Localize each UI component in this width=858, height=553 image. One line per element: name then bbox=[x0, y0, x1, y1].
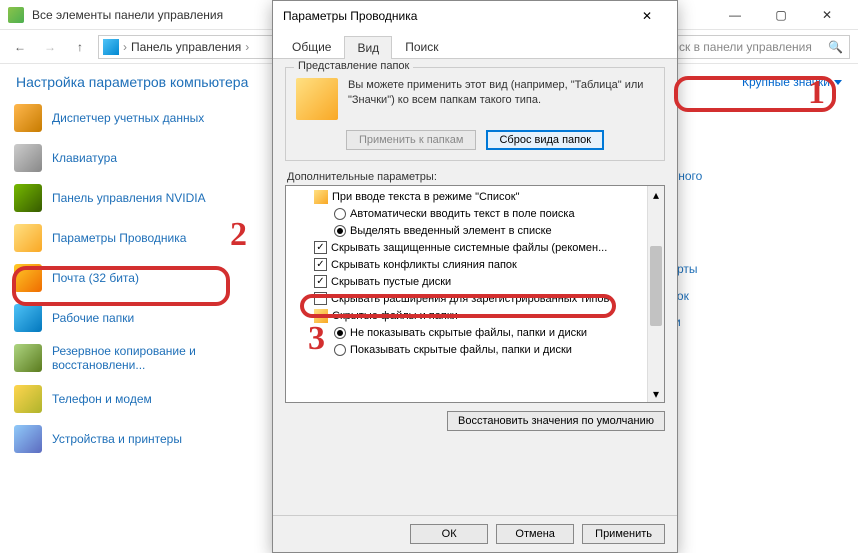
tree-row-label: Скрывать пустые диски bbox=[331, 276, 451, 288]
cp-item-icon bbox=[14, 144, 42, 172]
chevron-down-icon bbox=[834, 80, 842, 85]
tree-row-label: При вводе текста в режиме "Список" bbox=[332, 191, 519, 203]
checkbox[interactable] bbox=[314, 292, 327, 305]
breadcrumb-label: Панель управления bbox=[131, 40, 241, 54]
up-button[interactable]: ↑ bbox=[68, 35, 92, 59]
cp-item[interactable]: Почта (32 бита) bbox=[6, 258, 260, 298]
cp-item-icon bbox=[14, 385, 42, 413]
radio[interactable] bbox=[334, 327, 346, 339]
scroll-up-icon[interactable]: ▴ bbox=[648, 186, 664, 203]
tab-general[interactable]: Общие bbox=[279, 35, 344, 58]
folder-view-legend: Представление папок bbox=[294, 60, 413, 72]
cp-item-list-left: Диспетчер учетных данных Клавиатура Панель… bbox=[0, 94, 260, 463]
tree-row-label: Скрывать конфликты слияния папок bbox=[331, 259, 517, 271]
forward-button[interactable]: → bbox=[38, 35, 62, 59]
tree-row[interactable]: Скрытые файлы и папки bbox=[286, 307, 664, 324]
control-panel-icon bbox=[103, 39, 119, 55]
tree-row-label: Выделять введенный элемент в списке bbox=[350, 225, 552, 237]
tree-row[interactable]: Не показывать скрытые файлы, папки и дис… bbox=[286, 324, 664, 341]
cp-item[interactable]: Клавиатура bbox=[6, 138, 260, 178]
back-button[interactable]: ← bbox=[8, 35, 32, 59]
reset-folders-button[interactable]: Сброс вида папок bbox=[486, 130, 604, 150]
cp-item-label: Устройства и принтеры bbox=[52, 432, 182, 446]
tree-row-label: Показывать скрытые файлы, папки и диски bbox=[350, 344, 572, 356]
tab-search[interactable]: Поиск bbox=[392, 35, 451, 58]
advanced-label: Дополнительные параметры: bbox=[287, 171, 665, 183]
dialog-tabs: Общие Вид Поиск bbox=[273, 31, 677, 59]
cp-item[interactable]: Диспетчер учетных данных bbox=[6, 98, 260, 138]
search-icon: 🔍 bbox=[828, 40, 843, 54]
cp-item-label: Почта (32 бита) bbox=[52, 271, 139, 285]
apply-to-folders-button[interactable]: Применить к папкам bbox=[346, 130, 477, 150]
tree-row[interactable]: Автоматически вводить текст в поле поиск… bbox=[286, 205, 664, 222]
radio[interactable] bbox=[334, 344, 346, 356]
folder-view-text: Вы можете применить этот вид (например, … bbox=[348, 78, 654, 108]
search-placeholder: Поиск в панели управления bbox=[657, 40, 812, 54]
tree-row[interactable]: Показывать скрытые файлы, папки и диски bbox=[286, 341, 664, 358]
checkbox[interactable] bbox=[314, 241, 327, 254]
cp-item-icon bbox=[14, 264, 42, 292]
folder-view-group: Представление папок Вы можете применить … bbox=[285, 67, 665, 161]
dialog-close-button[interactable]: ✕ bbox=[627, 1, 667, 31]
tree-row[interactable]: Выделять введенный элемент в списке bbox=[286, 222, 664, 239]
restore-defaults-button[interactable]: Восстановить значения по умолчанию bbox=[447, 411, 665, 431]
cp-item-label: Параметры Проводника bbox=[52, 231, 186, 245]
cp-item[interactable]: Устройства и принтеры bbox=[6, 419, 260, 459]
cp-item-icon bbox=[14, 184, 42, 212]
viewby-value: Крупные значки bbox=[742, 75, 830, 89]
cp-item-label: Рабочие папки bbox=[52, 311, 134, 325]
dialog-title: Параметры Проводника bbox=[283, 9, 627, 23]
cp-item-label: Клавиатура bbox=[52, 151, 117, 165]
folder-icon bbox=[314, 190, 328, 204]
folder-icon bbox=[314, 309, 328, 323]
tree-row-label: Автоматически вводить текст в поле поиск… bbox=[350, 208, 575, 220]
tab-view[interactable]: Вид bbox=[344, 36, 392, 59]
ok-button[interactable]: ОК bbox=[410, 524, 488, 544]
cp-item-icon bbox=[14, 344, 42, 372]
tree-row-label: Скрытые файлы и папки bbox=[332, 310, 458, 322]
maximize-button[interactable]: ▢ bbox=[758, 0, 804, 30]
app-icon bbox=[8, 7, 24, 23]
radio[interactable] bbox=[334, 225, 346, 237]
cp-item[interactable]: Панель управления NVIDIA bbox=[6, 178, 260, 218]
explorer-options-dialog: Параметры Проводника ✕ Общие Вид Поиск П… bbox=[272, 0, 678, 553]
folder-view-icon bbox=[296, 78, 338, 120]
cp-item[interactable]: Рабочие папки bbox=[6, 298, 260, 338]
cp-item-label: Телефон и модем bbox=[52, 392, 152, 406]
tree-row-label: Скрывать расширения для зарегистрированн… bbox=[331, 293, 609, 305]
cancel-button[interactable]: Отмена bbox=[496, 524, 574, 544]
cp-item[interactable]: Резервное копирование и восстановлени... bbox=[6, 338, 260, 379]
advanced-tree: При вводе текста в режиме "Список" Автома… bbox=[285, 185, 665, 403]
cp-item-icon bbox=[14, 104, 42, 132]
minimize-button[interactable]: — bbox=[712, 0, 758, 30]
cp-item[interactable]: Параметры Проводника bbox=[6, 218, 260, 258]
tree-row-label: Не показывать скрытые файлы, папки и дис… bbox=[350, 327, 587, 339]
cp-item-label: Панель управления NVIDIA bbox=[52, 191, 206, 205]
cp-item-label: Диспетчер учетных данных bbox=[52, 111, 204, 125]
cp-item-icon bbox=[14, 304, 42, 332]
apply-button[interactable]: Применить bbox=[582, 524, 665, 544]
dialog-titlebar: Параметры Проводника ✕ bbox=[273, 1, 677, 31]
scroll-down-icon[interactable]: ▾ bbox=[648, 385, 664, 402]
radio[interactable] bbox=[334, 208, 346, 220]
cp-item-icon bbox=[14, 425, 42, 453]
viewby-dropdown[interactable]: Крупные значки bbox=[742, 75, 842, 89]
cp-item[interactable]: Телефон и модем bbox=[6, 379, 260, 419]
tree-row[interactable]: При вводе текста в режиме "Список" bbox=[286, 188, 664, 205]
tree-row[interactable]: Скрывать защищенные системные файлы (рек… bbox=[286, 239, 664, 256]
checkbox[interactable] bbox=[314, 258, 327, 271]
dialog-footer: ОК Отмена Применить bbox=[273, 515, 677, 552]
tree-row[interactable]: Скрывать конфликты слияния папок bbox=[286, 256, 664, 273]
cp-item-icon bbox=[14, 224, 42, 252]
tree-row[interactable]: Скрывать расширения для зарегистрированн… bbox=[286, 290, 664, 307]
search-input[interactable]: Поиск в панели управления 🔍 bbox=[650, 35, 850, 59]
tree-row-label: Скрывать защищенные системные файлы (рек… bbox=[331, 242, 607, 254]
cp-item-label: Резервное копирование и восстановлени... bbox=[52, 344, 252, 373]
checkbox[interactable] bbox=[314, 275, 327, 288]
scroll-thumb[interactable] bbox=[650, 246, 662, 326]
page-heading: Настройка параметров компьютера bbox=[16, 74, 248, 90]
tree-row[interactable]: Скрывать пустые диски bbox=[286, 273, 664, 290]
tree-scrollbar[interactable]: ▴ ▾ bbox=[647, 186, 664, 402]
close-button[interactable]: ✕ bbox=[804, 0, 850, 30]
